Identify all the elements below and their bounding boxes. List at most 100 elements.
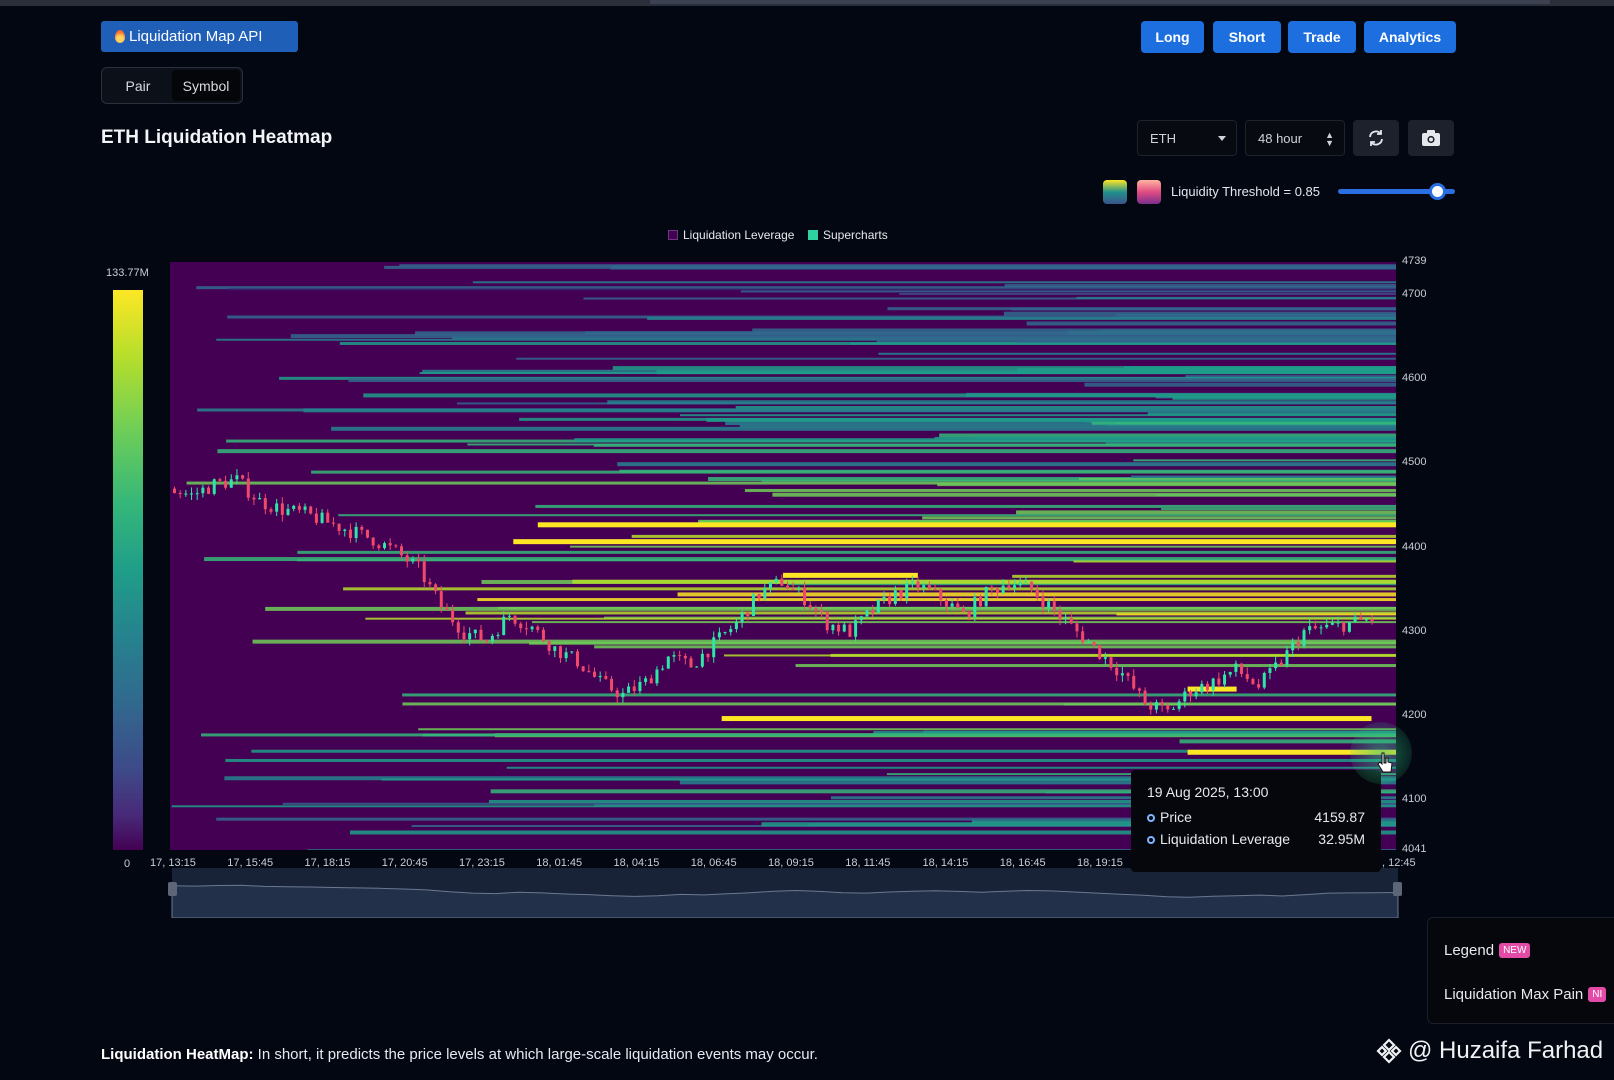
liquidation-band — [887, 307, 1396, 311]
time-range-value: 48 hour — [1258, 130, 1303, 146]
screenshot-button[interactable] — [1408, 120, 1454, 156]
hand-cursor-icon — [1377, 752, 1393, 773]
candle — [1041, 597, 1045, 608]
candle — [490, 635, 494, 642]
candle — [967, 611, 971, 617]
max-pain-menu-item[interactable]: Liquidation Max Pain NI — [1444, 986, 1607, 1003]
candle — [502, 616, 506, 635]
time-range-select[interactable]: 48 hour ▲ ▼ — [1245, 120, 1345, 156]
candle — [865, 610, 869, 617]
candle — [1018, 582, 1022, 586]
candle — [700, 653, 704, 667]
candle — [1194, 692, 1198, 697]
candle — [485, 640, 489, 642]
candle — [1251, 678, 1255, 685]
liquidation-band — [529, 641, 1396, 645]
tab-symbol[interactable]: Symbol — [172, 70, 240, 101]
symbol-select[interactable]: ETH — [1137, 120, 1237, 156]
navigator-left-handle[interactable] — [168, 882, 177, 896]
liquidation-band — [422, 733, 1396, 737]
candle — [763, 588, 767, 599]
candle — [553, 646, 557, 651]
liquidation-band — [297, 550, 1396, 554]
candle — [593, 671, 597, 677]
candle — [1086, 641, 1090, 643]
price-dot-icon — [1147, 814, 1155, 822]
side-panel: Legend NEW Liquidation Max Pain NI — [1427, 917, 1614, 1024]
liquidation-band — [1063, 703, 1396, 706]
candle — [575, 651, 579, 667]
candle — [1143, 690, 1147, 705]
liquidation-band — [1026, 321, 1396, 326]
navigator-right-handle[interactable] — [1393, 882, 1402, 896]
long-button[interactable]: Long — [1141, 21, 1204, 53]
candle — [604, 676, 608, 679]
candle — [1200, 683, 1204, 693]
candle — [1342, 622, 1346, 632]
candle — [507, 615, 511, 617]
liquidation-band — [830, 653, 1396, 657]
candle — [354, 526, 358, 538]
candle — [706, 653, 710, 658]
candle — [530, 626, 534, 630]
binance-logo-icon — [1376, 1038, 1402, 1064]
liquidation-heatmap-chart[interactable] — [170, 262, 1396, 850]
candle — [1257, 684, 1261, 688]
liquidation-band — [656, 370, 1396, 375]
legend-menu-item[interactable]: Legend NEW — [1444, 942, 1531, 959]
candle — [394, 545, 398, 547]
chart-tooltip: 19 Aug 2025, 13:00 Price 4159.87 Liquida… — [1131, 770, 1381, 872]
liquidation-band — [535, 504, 1396, 508]
liquidation-band — [772, 492, 1396, 497]
candle — [655, 669, 659, 684]
candle — [888, 596, 892, 604]
liquidation-band — [607, 400, 1396, 405]
short-button[interactable]: Short — [1213, 21, 1281, 53]
candle — [320, 512, 324, 523]
candle — [434, 584, 438, 592]
legend-supercharts[interactable]: Supercharts — [808, 228, 888, 242]
liquidation-band — [516, 357, 1396, 360]
candle — [1274, 662, 1278, 669]
magma-palette-swatch[interactable] — [1137, 180, 1161, 204]
time-range-navigator[interactable] — [170, 868, 1406, 918]
footer-description: Liquidation HeatMap: In short, it predic… — [101, 1046, 818, 1063]
candle — [371, 537, 375, 546]
viridis-palette-swatch[interactable] — [1103, 180, 1127, 204]
candle — [1325, 624, 1329, 628]
y-tick-label: 4700 — [1402, 287, 1427, 300]
new-badge: NI — [1588, 987, 1607, 1002]
slider-handle[interactable] — [1429, 183, 1446, 200]
candle — [235, 475, 239, 480]
candle — [297, 505, 301, 510]
liquidation-band — [647, 316, 1396, 320]
analytics-button[interactable]: Analytics — [1364, 21, 1456, 53]
candle — [973, 597, 977, 617]
liquidation-band — [1133, 459, 1396, 462]
refresh-button[interactable] — [1353, 120, 1399, 156]
api-button-label: Liquidation Map API — [129, 28, 263, 45]
candle — [1035, 589, 1039, 598]
liquidation-band — [402, 693, 1396, 697]
trade-button[interactable]: Trade — [1288, 21, 1356, 53]
y-tick-label: 4200 — [1402, 709, 1427, 722]
candle — [1217, 678, 1221, 685]
legend-liquidation-leverage[interactable]: Liquidation Leverage — [668, 228, 794, 242]
y-tick-label: 4600 — [1402, 372, 1427, 385]
credit-watermark: @ Huzaifa Farhad — [1376, 1037, 1603, 1065]
liquidation-map-api-button[interactable]: Liquidation Map API — [101, 21, 298, 52]
candle — [1188, 691, 1192, 697]
liquidation-band — [761, 479, 1396, 482]
liquidation-band — [290, 334, 1396, 339]
liquidation-band — [850, 342, 1396, 345]
y-tick-label: 4300 — [1402, 624, 1427, 637]
candle — [303, 506, 307, 510]
candle — [780, 578, 784, 586]
tab-pair[interactable]: Pair — [104, 70, 172, 101]
liquidity-threshold-slider[interactable] — [1338, 183, 1455, 200]
symbol-select-value: ETH — [1150, 130, 1176, 146]
high-liquidation-level — [537, 522, 1396, 528]
candle — [922, 585, 926, 589]
candle — [649, 678, 653, 684]
liquidation-band — [477, 598, 1396, 602]
